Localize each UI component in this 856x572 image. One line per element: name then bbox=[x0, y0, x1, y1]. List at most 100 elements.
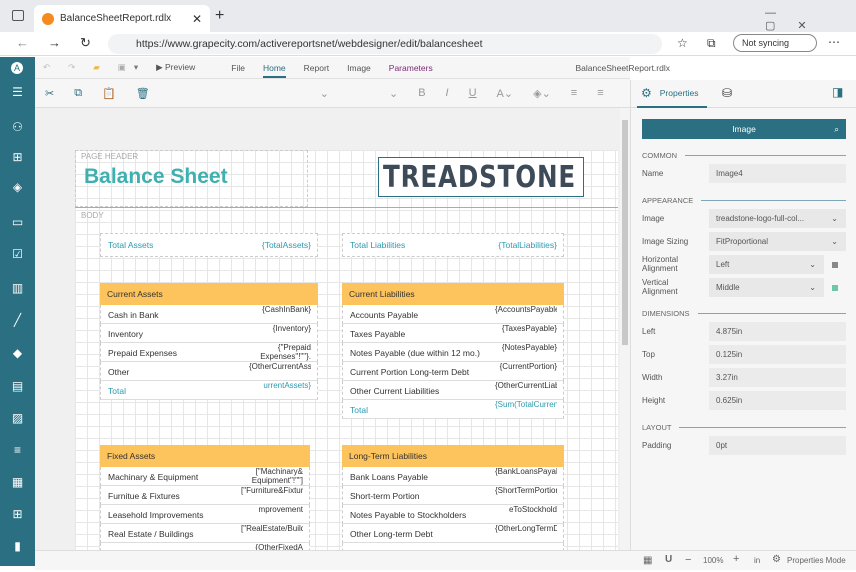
paste-icon[interactable]: 📋 bbox=[102, 87, 116, 100]
tab-image[interactable]: Image bbox=[347, 63, 371, 73]
menu-icon[interactable]: ☰ bbox=[10, 85, 25, 100]
prop-field[interactable]: 0pt bbox=[709, 436, 846, 455]
total-liabilities-box[interactable]: Total Liabilities {TotalLiabilities} bbox=[342, 233, 564, 257]
zoom-out-icon[interactable]: − bbox=[685, 554, 691, 566]
font-family-dropdown-icon[interactable]: ⌄ bbox=[320, 87, 329, 100]
refresh-icon[interactable]: ↻ bbox=[80, 35, 91, 51]
title-textbox[interactable]: Balance Sheet bbox=[75, 150, 308, 207]
save-dropdown-icon[interactable]: ▾ bbox=[134, 62, 138, 73]
logo-image[interactable]: TREADSTONE bbox=[378, 157, 584, 197]
tab-file[interactable]: File bbox=[231, 63, 245, 73]
italic-icon[interactable]: I bbox=[446, 87, 449, 99]
shape-icon[interactable]: ◆ bbox=[10, 346, 25, 361]
table-row[interactable]: Short-term Portion {ShortTermPortion} bbox=[342, 486, 564, 505]
prop-field[interactable]: Middle⌄ bbox=[709, 278, 824, 297]
preview-button[interactable]: ▶ Preview bbox=[156, 62, 213, 73]
table-row[interactable]: Current Portion Long-term Debt {CurrentP… bbox=[342, 362, 564, 381]
favorites-icon[interactable]: ☆ bbox=[677, 36, 688, 50]
table-row[interactable]: Other {OtherCurrentAssets} bbox=[100, 362, 318, 381]
cut-icon[interactable]: ✂ bbox=[45, 87, 54, 100]
table-header[interactable]: Current Liabilities bbox=[342, 283, 564, 305]
barcode-icon[interactable]: ▥ bbox=[10, 281, 25, 296]
prop-field[interactable]: 0.125in bbox=[709, 345, 846, 364]
close-tab-icon[interactable]: ✕ bbox=[192, 12, 202, 26]
new-tab-icon[interactable]: + bbox=[215, 7, 224, 25]
align-center-icon[interactable]: ≡ bbox=[597, 87, 603, 99]
redo-icon[interactable]: ↷ bbox=[68, 62, 75, 73]
table-row[interactable]: Bank Loans Payable {BankLoansPayable} bbox=[342, 467, 564, 486]
undo-icon[interactable]: ↶ bbox=[43, 62, 50, 73]
sync-button[interactable]: Not syncing bbox=[733, 34, 817, 52]
line-icon[interactable]: ╱ bbox=[10, 313, 25, 328]
table-row[interactable]: Leasehold Improvements mprovement bbox=[100, 505, 310, 524]
prop-field[interactable]: Image4 bbox=[709, 164, 846, 183]
align-left-icon[interactable]: ≡ bbox=[571, 87, 577, 99]
table-header[interactable]: Current Assets bbox=[100, 283, 318, 305]
table-row[interactable]: Other Long-term Debt {OtherLongTermDebt} bbox=[342, 524, 564, 543]
table-icon[interactable]: ▦ bbox=[10, 475, 25, 490]
zoom-in-icon[interactable]: + bbox=[733, 553, 739, 565]
vertical-scrollbar[interactable] bbox=[620, 108, 630, 550]
window-controls[interactable]: —▢✕ bbox=[765, 7, 856, 32]
tab-properties[interactable]: ⚙Properties bbox=[637, 80, 707, 108]
url-input[interactable]: https://www.grapecity.com/activereportsn… bbox=[108, 34, 662, 54]
textbox-icon[interactable]: ▭ bbox=[10, 215, 25, 230]
prop-field[interactable]: 4.875in bbox=[709, 322, 846, 341]
search-icon[interactable]: ⌕ bbox=[834, 119, 839, 139]
copy-icon[interactable]: ⧉ bbox=[74, 87, 82, 100]
table-row[interactable]: Cash in Bank {CashInBank} bbox=[100, 305, 318, 324]
more-icon[interactable]: ⋯ bbox=[828, 35, 840, 49]
save-icon[interactable]: ▣ bbox=[118, 62, 126, 73]
table-row[interactable]: Notes Payable (due within 12 mo.) {Notes… bbox=[342, 343, 564, 362]
table-row[interactable]: Machinary & Equipment ["Machinary& Equip… bbox=[100, 467, 310, 486]
group-icon[interactable]: ⊞ bbox=[10, 150, 25, 165]
delete-icon[interactable]: 🗑 bbox=[136, 87, 150, 100]
prop-field[interactable]: treadstone-logo-full-col...⌄ bbox=[709, 209, 846, 228]
table-row[interactable]: Total {Sum(TotalCurrentLiabilities)} bbox=[342, 400, 564, 419]
table-row[interactable]: Real Estate / Buildings ["RealEstate/Bui… bbox=[100, 524, 310, 543]
snap-icon[interactable]: U bbox=[665, 554, 672, 565]
table-row[interactable]: Accounts Payable {AccountsPayable} bbox=[342, 305, 564, 324]
tab-report[interactable]: Report bbox=[304, 63, 330, 73]
font-color-icon[interactable]: A⌄ bbox=[497, 87, 514, 100]
open-icon[interactable]: ▰ bbox=[93, 62, 100, 73]
bold-icon[interactable]: B bbox=[418, 87, 425, 99]
browser-tab[interactable]: BalanceSheetReport.rdlx ✕ bbox=[34, 5, 210, 32]
table-row[interactable]: Taxes Payable {TaxesPayable} bbox=[342, 324, 564, 343]
prop-field[interactable]: FitProportional⌄ bbox=[709, 232, 846, 251]
collections-icon[interactable]: ⧉ bbox=[707, 36, 716, 51]
table-row[interactable]: Total bbox=[342, 543, 564, 550]
collapse-panel-icon[interactable]: ◨ bbox=[832, 85, 843, 99]
list-icon[interactable]: ≡ bbox=[10, 443, 25, 458]
tree-icon[interactable]: ⚇ bbox=[10, 120, 25, 135]
table-row[interactable]: Furnitue & Fixtures ["Furniture&Fixtures… bbox=[100, 486, 310, 505]
back-icon[interactable]: ← bbox=[16, 35, 29, 50]
chart-icon[interactable]: ▮ bbox=[10, 539, 25, 554]
table-header[interactable]: Fixed Assets bbox=[100, 445, 310, 467]
table-row[interactable]: Inventory {Inventory} bbox=[100, 324, 318, 343]
prop-field[interactable]: 0.625in bbox=[709, 391, 846, 410]
layers-icon[interactable]: ◈ bbox=[10, 180, 25, 195]
table-row[interactable]: Prepaid Expenses {"Prepaid Expenses"!""}… bbox=[100, 343, 318, 362]
table-row[interactable]: Other Current Liabilities {OtherCurrentL… bbox=[342, 381, 564, 400]
tab-actions-icon[interactable] bbox=[12, 10, 24, 21]
table-row[interactable]: Other {OtherFixedA bbox=[100, 543, 310, 550]
database-icon[interactable]: ⛁ bbox=[722, 86, 732, 100]
font-size-dropdown-icon[interactable]: ⌄ bbox=[389, 87, 398, 100]
tab-home[interactable]: Home bbox=[263, 58, 286, 78]
selected-item-bar[interactable]: Image⌕ bbox=[642, 119, 846, 139]
checkbox-icon[interactable]: ☑ bbox=[10, 247, 25, 262]
unit-selector[interactable]: in bbox=[754, 556, 760, 565]
table-row[interactable]: Total urrentAssets} bbox=[100, 381, 318, 400]
forward-icon[interactable]: → bbox=[48, 35, 61, 50]
table-header[interactable]: Long-Term Liabilities bbox=[342, 445, 564, 467]
richtext-icon[interactable]: ▤ bbox=[10, 379, 25, 394]
fill-color-icon[interactable]: ◈⌄ bbox=[533, 87, 551, 100]
table-row[interactable]: Notes Payable to Stockholders eToStockho… bbox=[342, 505, 564, 524]
tab-parameters[interactable]: Parameters bbox=[389, 63, 433, 73]
underline-icon[interactable]: U bbox=[469, 87, 477, 99]
grid-toggle-icon[interactable]: ▦ bbox=[643, 555, 652, 566]
prop-field[interactable]: Left⌄ bbox=[709, 255, 824, 274]
total-assets-box[interactable]: Total Assets {TotalAssets} bbox=[100, 233, 318, 257]
image-icon[interactable]: ▨ bbox=[10, 411, 25, 426]
